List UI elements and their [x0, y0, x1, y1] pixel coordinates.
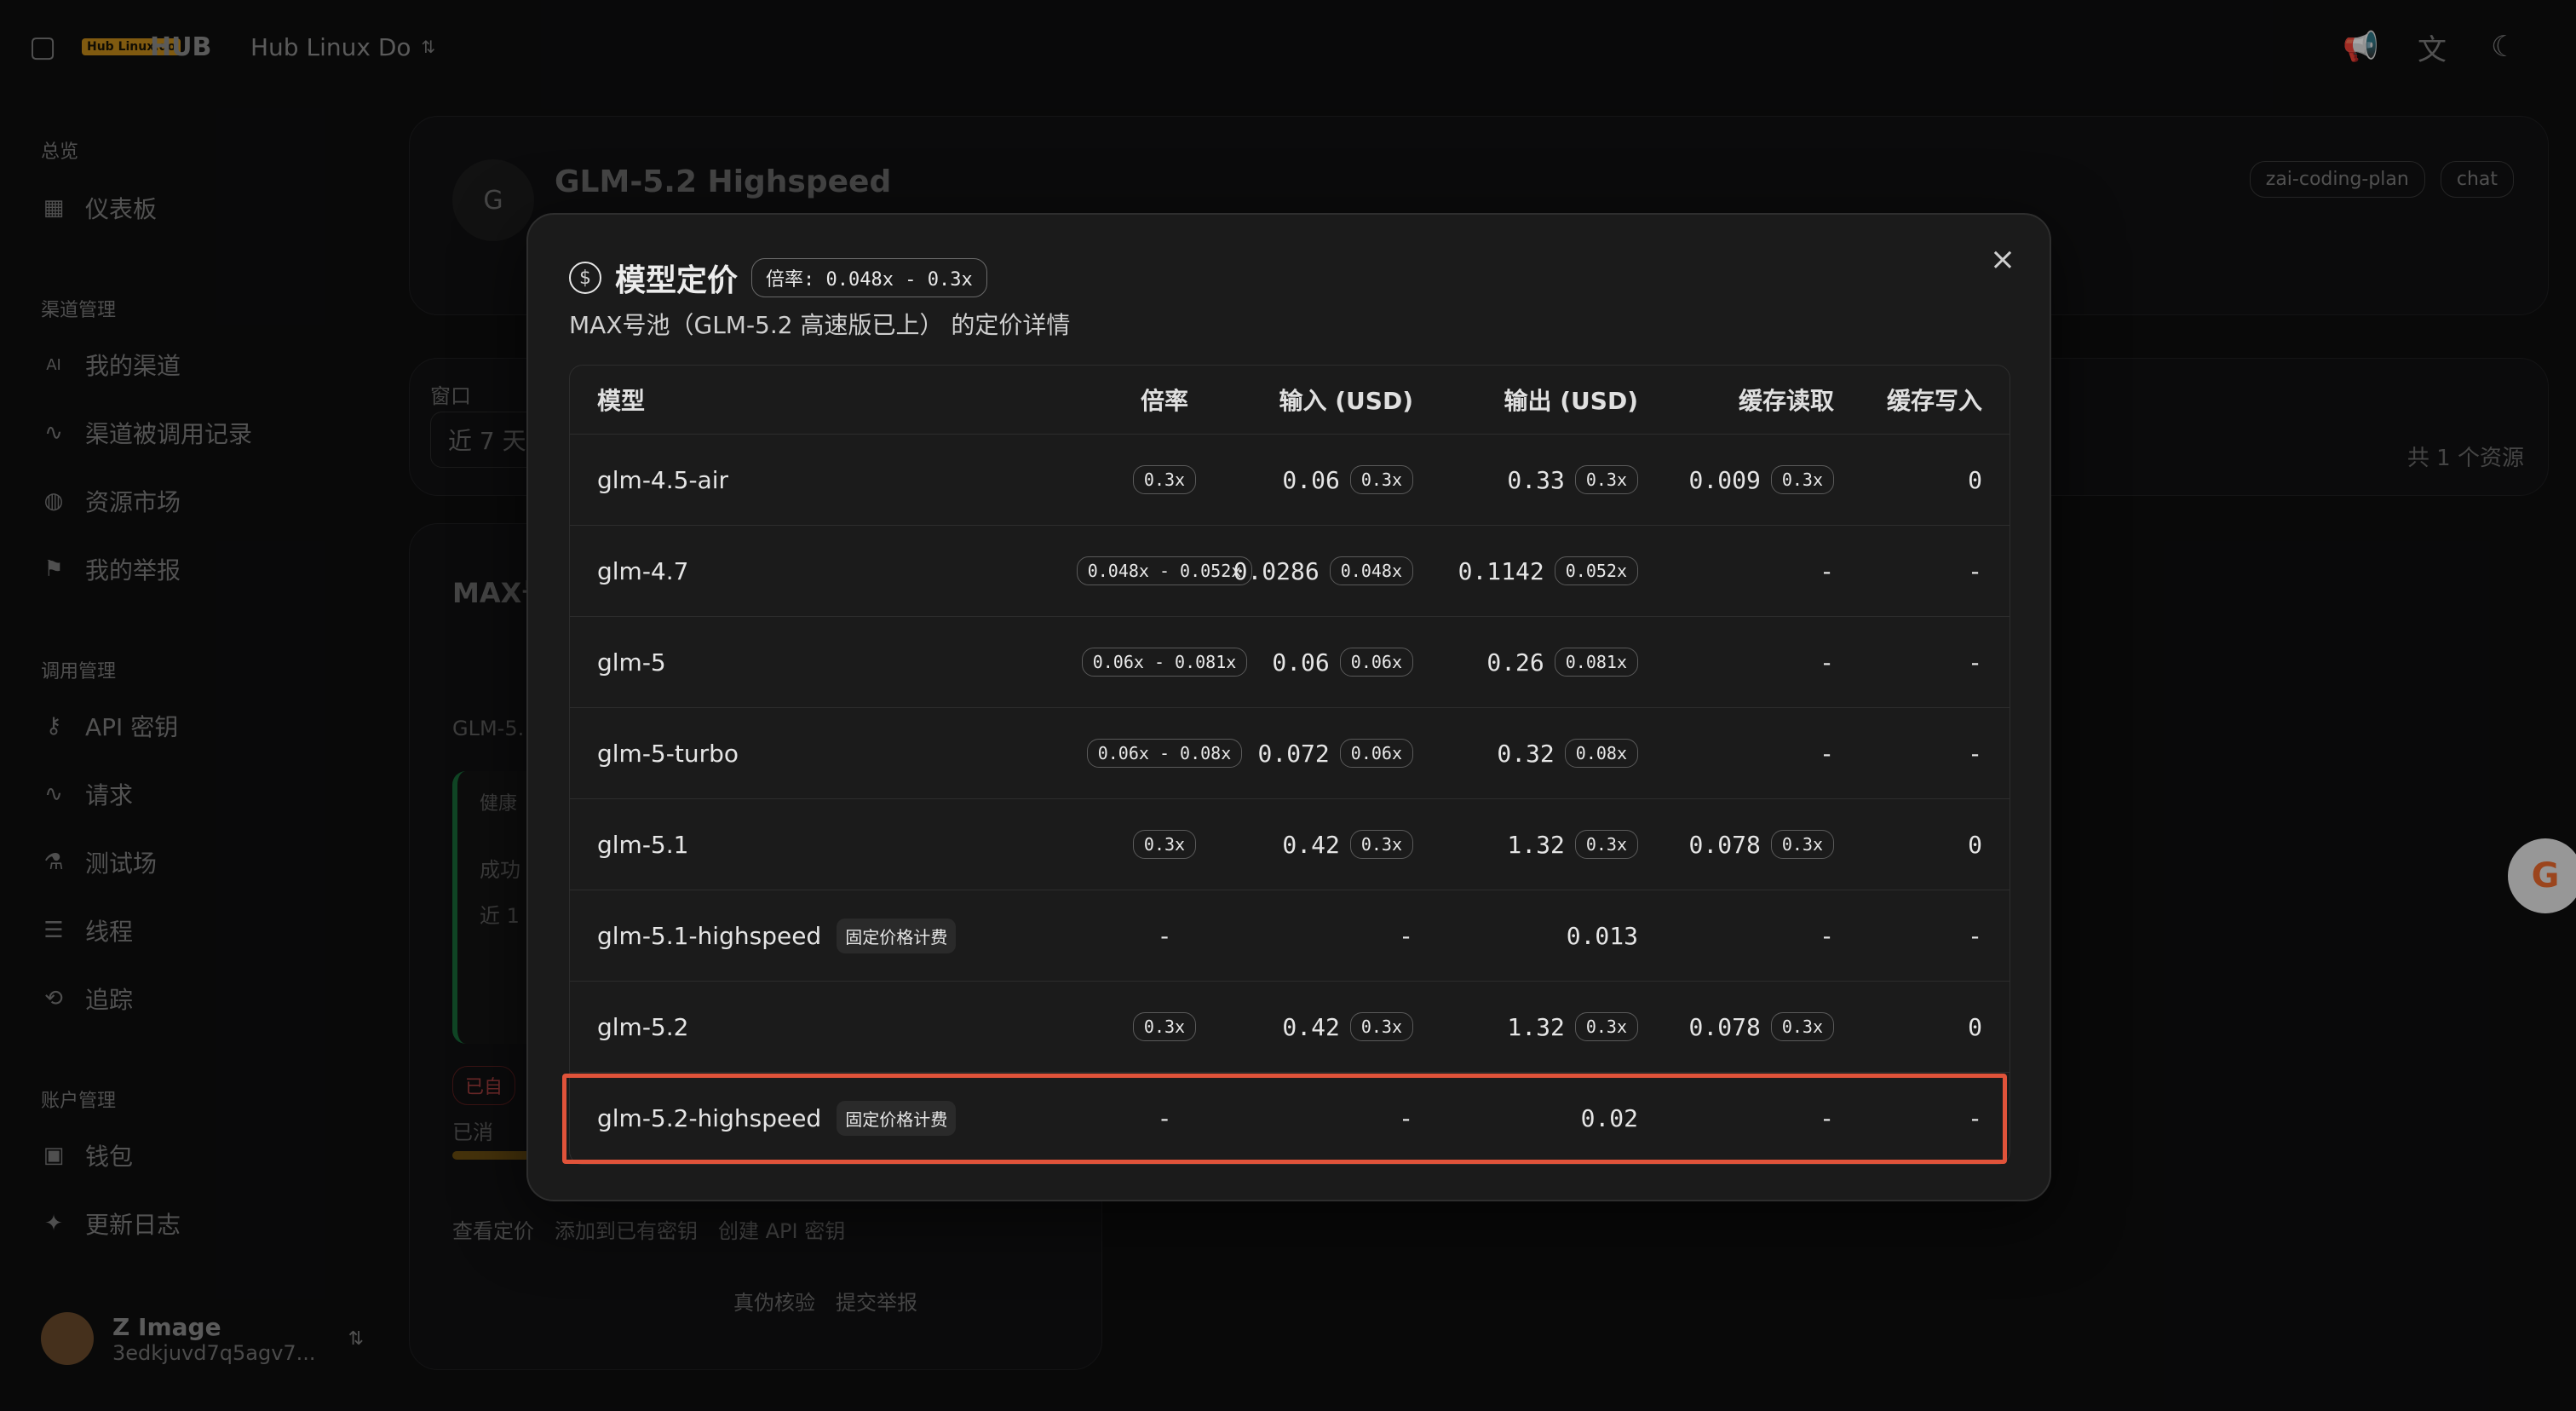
multiplier-pill: 0.3x	[1132, 830, 1197, 859]
table-row: glm-4.5-air 0.3x 0.06 0.3x 0.33 0.3x 0.0…	[570, 435, 2010, 526]
cache-write-cell: -	[1968, 1103, 1982, 1132]
input-multiplier-pill: 0.3x	[1349, 1012, 1413, 1041]
cache-read-cell: -	[1820, 556, 1834, 585]
multiplier-cell: -	[1157, 1103, 1172, 1132]
output-price-cell: 0.02	[1580, 1103, 1638, 1132]
cache-write-cell: -	[1968, 921, 1982, 950]
cache-read-cell: -	[1820, 921, 1834, 950]
multiplier-pill: 0.06x - 0.08x	[1086, 739, 1243, 768]
output-multiplier-pill: 0.081x	[1554, 648, 1638, 677]
cache-read-cell: 0.009 0.3x	[1689, 435, 1834, 525]
col-model: 模型	[597, 387, 646, 415]
app-root: ▢ Hub Linux.do HUB Hub Linux Do ⇅ 📢 文 ☾ …	[0, 0, 2576, 1411]
multiplier-pill: 0.3x	[1132, 465, 1197, 494]
output-price-cell: 1.32 0.3x	[1507, 799, 1638, 890]
output-multiplier-pill: 0.3x	[1574, 465, 1638, 494]
output-price-cell: 0.33 0.3x	[1507, 435, 1638, 525]
col-output: 输出 (USD)	[1504, 387, 1639, 415]
output-price-cell: 0.013	[1566, 921, 1638, 950]
cache-write-cell: -	[1968, 556, 1982, 585]
table-row: glm-5.2-highspeed 固定价格计费 - - 0.02 - -	[570, 1073, 2010, 1164]
model-name: glm-5.2-highspeed 固定价格计费	[597, 1073, 957, 1163]
input-multiplier-pill: 0.06x	[1339, 739, 1413, 768]
cache-read-cell: -	[1820, 739, 1834, 768]
output-price-cell: 0.1142 0.052x	[1458, 526, 1638, 616]
multiplier-pill: 0.3x	[1132, 1012, 1197, 1041]
fixed-price-badge: 固定价格计费	[837, 918, 957, 953]
col-cache-read: 缓存读取	[1738, 387, 1834, 415]
model-name: glm-5	[597, 648, 666, 677]
col-cache-write: 缓存写入	[1886, 387, 1982, 415]
pricing-modal: $ 模型定价 倍率: 0.048x - 0.3x MAX号池（GLM-5.2 高…	[526, 213, 2051, 1201]
model-name: glm-4.7	[597, 556, 689, 585]
table-row: glm-5.1-highspeed 固定价格计费 - - 0.013 - -	[570, 890, 2010, 982]
output-price-cell: 1.32 0.3x	[1507, 982, 1638, 1072]
modal-subtitle: MAX号池（GLM-5.2 高速版已上） 的定价详情	[569, 311, 1071, 339]
table-header: 模型 倍率 输入 (USD) 输出 (USD) 缓存读取 缓存写入	[570, 366, 2010, 435]
multiplier-cell: -	[1157, 921, 1172, 950]
col-input: 输入 (USD)	[1279, 387, 1414, 415]
cache-read-multiplier-pill: 0.3x	[1770, 830, 1834, 859]
input-price-cell: 0.0286 0.048x	[1233, 526, 1413, 616]
cache-read-multiplier-pill: 0.3x	[1770, 465, 1834, 494]
input-price-cell: 0.42 0.3x	[1282, 799, 1413, 890]
multiplier-pill: 0.048x - 0.052x	[1076, 556, 1253, 585]
input-price-cell: 0.06 0.06x	[1272, 617, 1413, 707]
pricing-table: 模型 倍率 输入 (USD) 输出 (USD) 缓存读取 缓存写入 glm-4.…	[569, 365, 2010, 1165]
input-multiplier-pill: 0.06x	[1339, 648, 1413, 677]
cache-write-cell: 0	[1968, 1012, 1982, 1041]
cache-read-cell: -	[1820, 648, 1834, 677]
cache-write-cell: 0	[1968, 465, 1982, 494]
cache-write-cell: -	[1968, 648, 1982, 677]
close-icon: ×	[1989, 242, 2015, 277]
output-price-cell: 0.26 0.081x	[1486, 617, 1638, 707]
table-row: glm-4.7 0.048x - 0.052x 0.0286 0.048x 0.…	[570, 526, 2010, 617]
output-price-cell: 0.32 0.08x	[1497, 708, 1638, 798]
cache-read-cell: 0.078 0.3x	[1689, 982, 1834, 1072]
input-price-cell: 0.072 0.06x	[1257, 708, 1413, 798]
close-button[interactable]: ×	[1990, 242, 2015, 277]
model-name: glm-5.1	[597, 830, 689, 859]
input-multiplier-pill: 0.3x	[1349, 465, 1413, 494]
multiplier-badge: 倍率: 0.048x - 0.3x	[751, 258, 987, 297]
fixed-price-badge: 固定价格计费	[837, 1100, 957, 1136]
output-multiplier-pill: 0.052x	[1554, 556, 1638, 585]
dollar-icon: $	[569, 262, 601, 294]
cache-write-cell: -	[1968, 739, 1982, 768]
input-multiplier-pill: 0.3x	[1349, 830, 1413, 859]
table-row: glm-5 0.06x - 0.081x 0.06 0.06x 0.26 0.0…	[570, 617, 2010, 708]
output-multiplier-pill: 0.3x	[1574, 830, 1638, 859]
input-price-cell: -	[1399, 1103, 1413, 1132]
model-name: glm-4.5-air	[597, 465, 729, 494]
table-row: glm-5-turbo 0.06x - 0.08x 0.072 0.06x 0.…	[570, 708, 2010, 799]
cache-read-multiplier-pill: 0.3x	[1770, 1012, 1834, 1041]
model-name: glm-5.2	[597, 1012, 689, 1041]
cache-read-cell: 0.078 0.3x	[1689, 799, 1834, 890]
cache-write-cell: 0	[1968, 830, 1982, 859]
output-multiplier-pill: 0.3x	[1574, 1012, 1638, 1041]
input-multiplier-pill: 0.048x	[1329, 556, 1413, 585]
model-name: glm-5-turbo	[597, 739, 739, 768]
table-row: glm-5.1 0.3x 0.42 0.3x 1.32 0.3x 0.078 0…	[570, 799, 2010, 890]
modal-title: 模型定价	[615, 263, 739, 298]
multiplier-pill: 0.06x - 0.081x	[1081, 648, 1248, 677]
input-price-cell: 0.42 0.3x	[1282, 982, 1413, 1072]
model-name: glm-5.1-highspeed 固定价格计费	[597, 890, 957, 981]
input-price-cell: -	[1399, 921, 1413, 950]
output-multiplier-pill: 0.08x	[1564, 739, 1638, 768]
input-price-cell: 0.06 0.3x	[1282, 435, 1413, 525]
cache-read-cell: -	[1820, 1103, 1834, 1132]
table-row: glm-5.2 0.3x 0.42 0.3x 1.32 0.3x 0.078 0…	[570, 982, 2010, 1073]
